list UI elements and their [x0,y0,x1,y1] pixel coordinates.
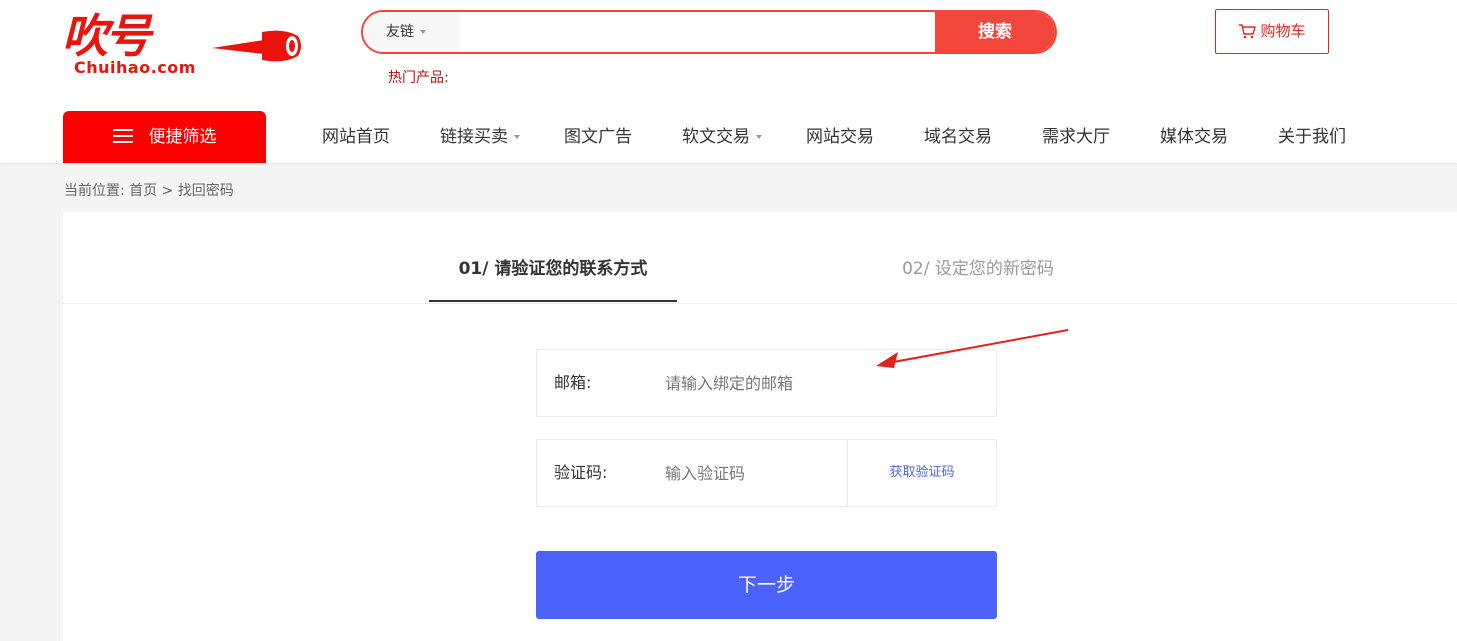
cart-label: 购物车 [1260,22,1306,40]
arrow-annotation-icon [876,329,1069,368]
logo-text-cn: 吹号 [62,9,151,63]
chevron-down-icon [420,30,426,34]
nav-item-label: 链接买卖 [440,127,508,147]
password-recovery-panel: 01/ 请验证您的联系方式 02/ 设定您的新密码 邮箱: 验证码: 获取验证码… [63,212,1457,641]
next-step-button[interactable]: 下一步 [536,551,997,619]
active-tab-indicator [429,300,677,302]
tab-verify-contact[interactable]: 01/ 请验证您的联系方式 [429,212,677,304]
menu-icon [112,129,133,143]
nav-item-image-ads[interactable]: 图文广告 [564,111,632,163]
site-header: 吹号 Chuihao.com 友链 搜索 热门产品: 购物车 便捷筛选 网站首页… [0,0,1457,163]
nav-item-label: 软文交易 [682,127,750,147]
nav-item-domain-trade[interactable]: 域名交易 [924,111,992,163]
horn-icon [212,30,301,62]
logo-text-en: Chuihao.com [74,58,196,77]
cart-button[interactable]: 购物车 [1215,9,1329,54]
search-button[interactable]: 搜索 [935,12,1055,52]
chevron-down-icon [756,135,762,139]
search-input[interactable] [460,12,935,52]
breadcrumb: 当前位置: 首页 > 找回密码 [64,180,234,200]
code-input[interactable] [665,440,840,506]
chevron-down-icon [514,135,520,139]
nav-item-demand-hall[interactable]: 需求大厅 [1042,111,1110,163]
nav-item-site-trade[interactable]: 网站交易 [806,111,874,163]
site-logo[interactable]: 吹号 Chuihao.com [62,9,307,82]
cart-icon [1239,24,1257,39]
breadcrumb-prefix: 当前位置: [64,183,125,199]
nav-item-home[interactable]: 网站首页 [322,111,390,163]
breadcrumb-separator: > [161,183,174,199]
search-category-select[interactable]: 友链 [363,12,460,52]
step-tabs: 01/ 请验证您的联系方式 02/ 设定您的新密码 [63,212,1457,304]
email-label: 邮箱: [554,373,592,392]
nav-item-article-trade[interactable]: 软文交易 [682,111,762,163]
hot-products-label: 热门产品: [388,70,449,86]
verification-code-field: 验证码: 获取验证码 [536,439,997,507]
breadcrumb-home-link[interactable]: 首页 [129,183,157,199]
quick-filter-label: 便捷筛选 [148,127,217,147]
nav-item-link-trade[interactable]: 链接买卖 [440,111,520,163]
tab-set-new-password[interactable]: 02/ 设定您的新密码 [853,212,1103,304]
get-code-button[interactable]: 获取验证码 [848,440,996,506]
nav-item-media-trade[interactable]: 媒体交易 [1160,111,1228,163]
nav-item-about[interactable]: 关于我们 [1278,111,1346,163]
code-label: 验证码: [554,463,608,482]
quick-filter-button[interactable]: 便捷筛选 [63,111,266,163]
breadcrumb-current: 找回密码 [177,183,234,199]
search-category-label: 友链 [386,24,414,40]
search-bar: 友链 搜索 [361,10,1057,54]
